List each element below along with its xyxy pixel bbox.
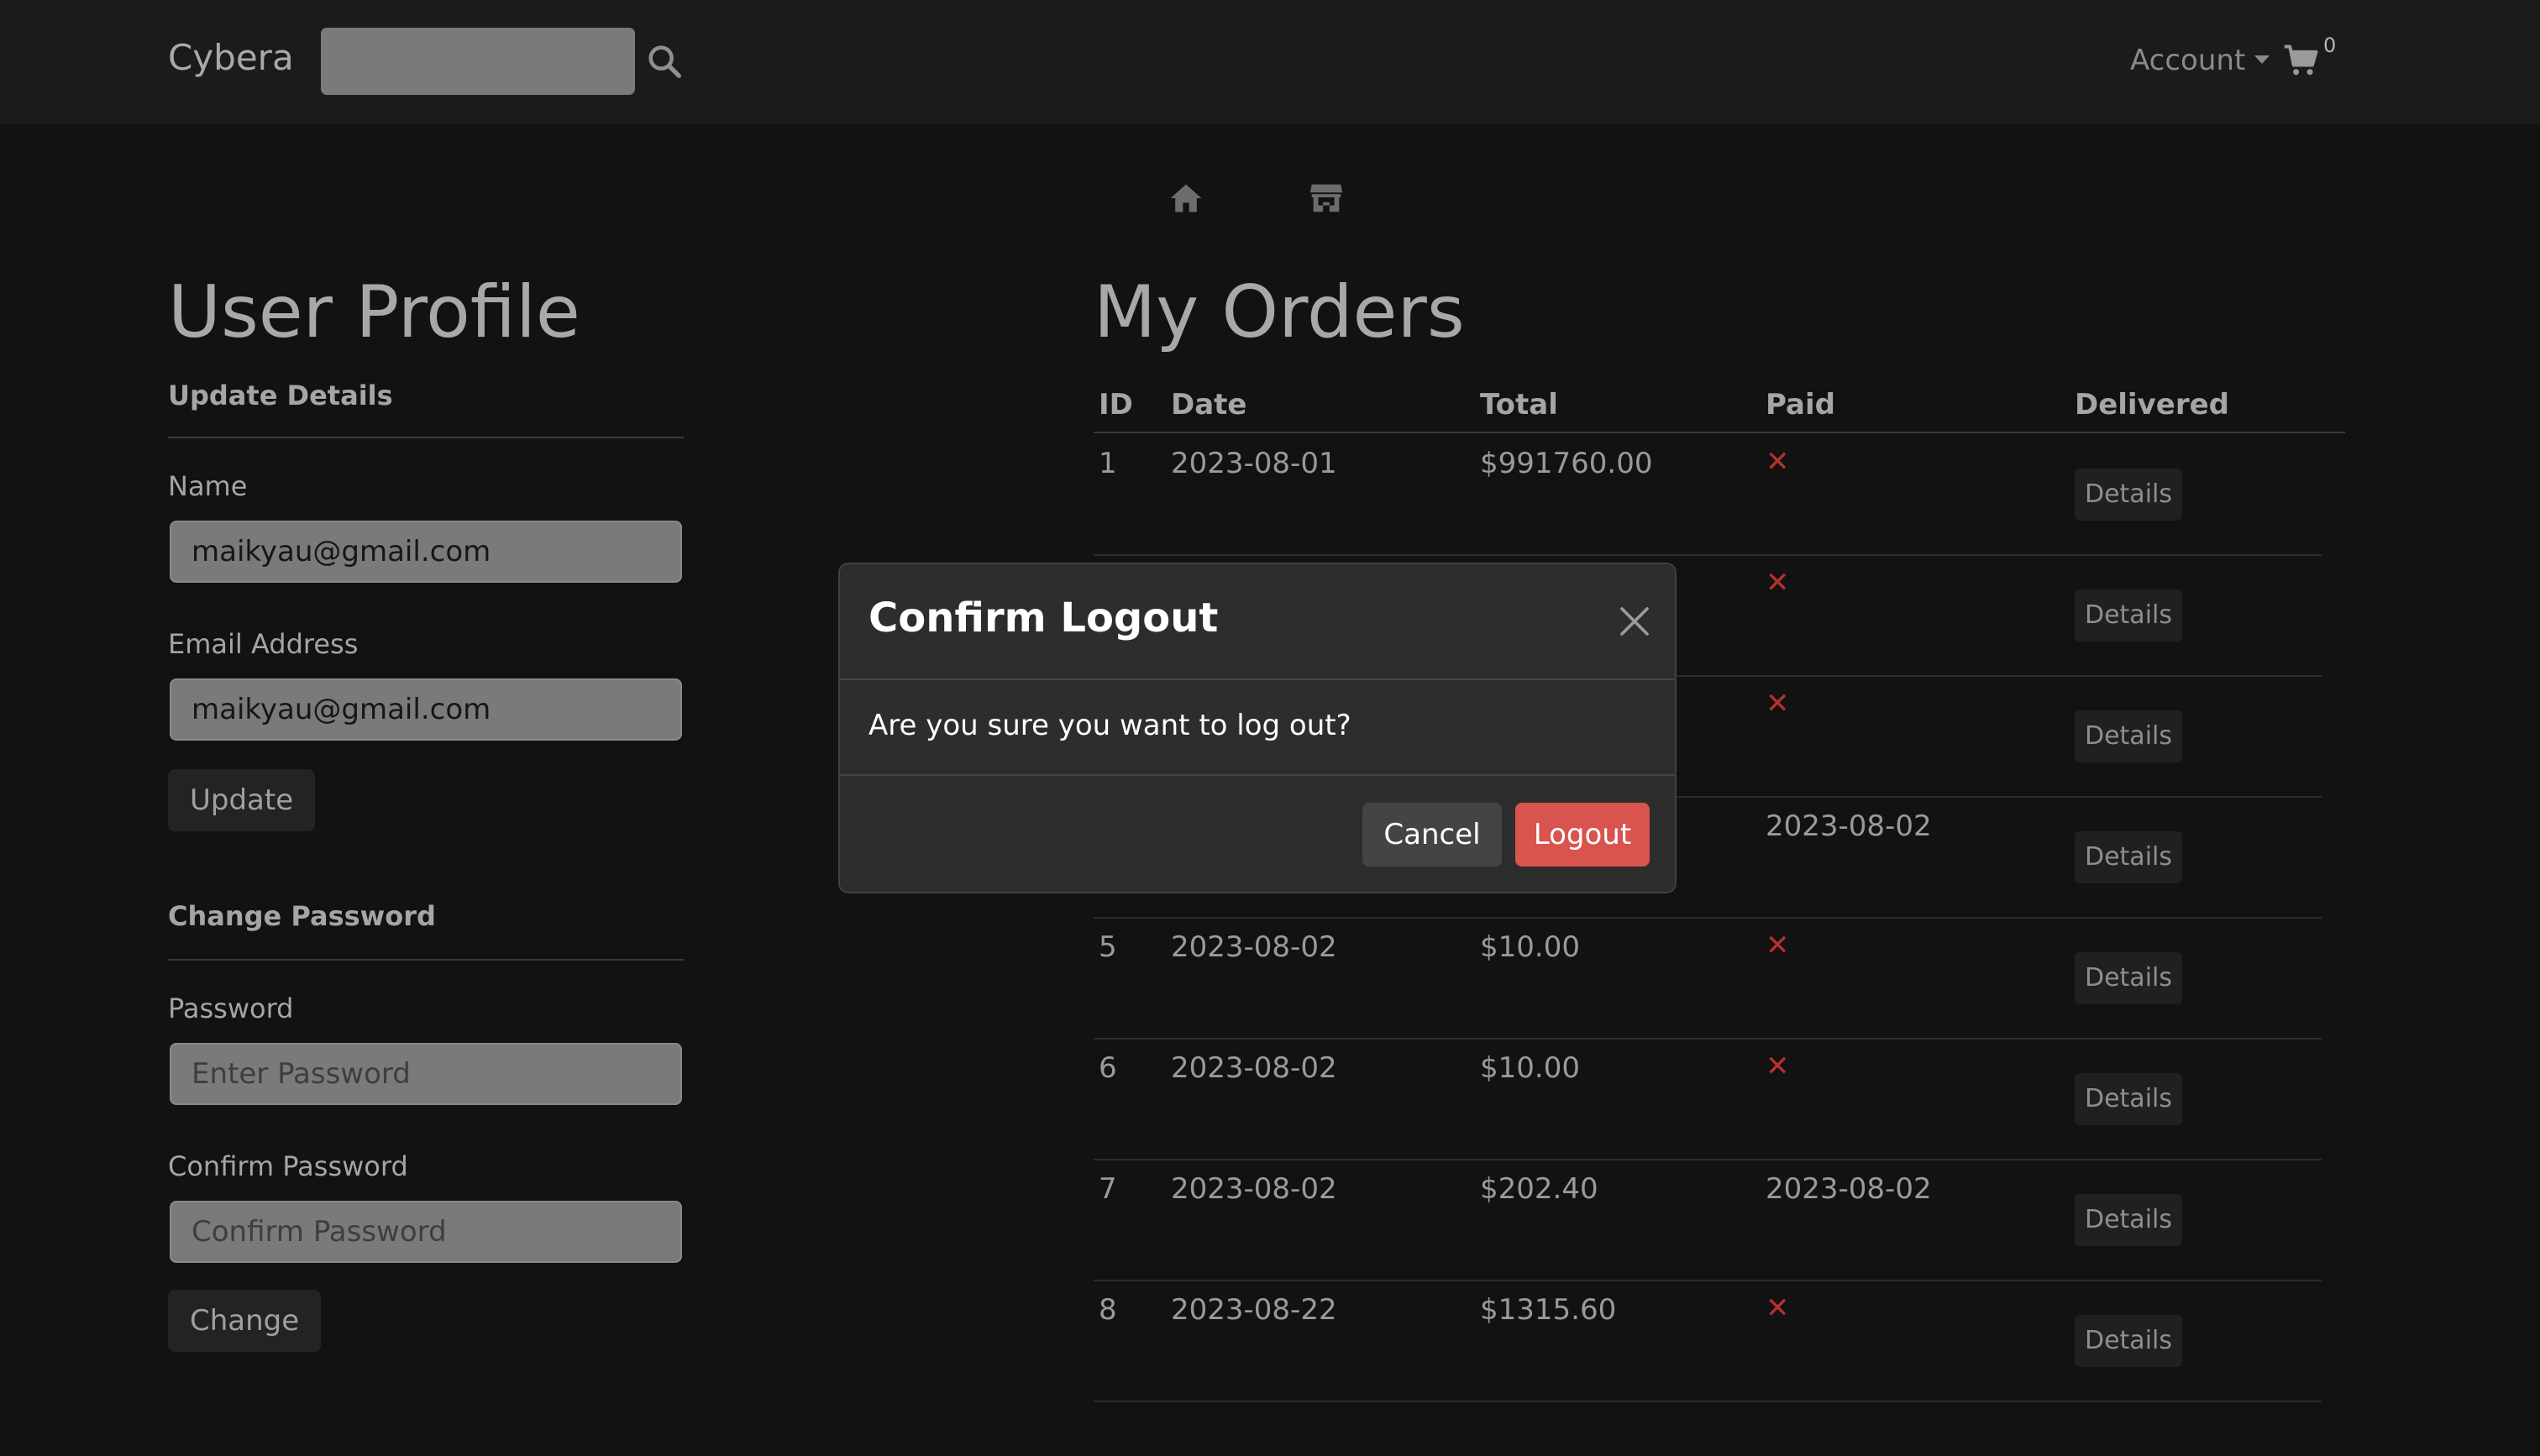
table-row-divider (1094, 917, 2322, 919)
not-paid-x-mark-icon: ✕ (1766, 1291, 1790, 1325)
store-icon[interactable] (1307, 178, 1346, 217)
order-total: $991760.00 (1480, 447, 1653, 480)
not-paid-x-mark-icon: ✕ (1766, 929, 1790, 962)
modal-message: Are you sure you want to log out? (869, 709, 1351, 742)
profile-title: User Profile (168, 270, 580, 354)
order-date: 2023-08-02 (1171, 1051, 1337, 1085)
details-button[interactable]: Details (2075, 952, 2182, 1004)
navbar: Cybera Account 0 (0, 0, 2540, 124)
divider (168, 437, 684, 438)
order-total: $1315.60 (1480, 1293, 1617, 1327)
home-icon[interactable] (1168, 180, 1204, 217)
order-paid-date: 2023-08-02 (1766, 1172, 1932, 1206)
close-icon[interactable] (1618, 605, 1651, 638)
name-label: Name (168, 470, 248, 502)
modal-title: Confirm Logout (869, 594, 1219, 642)
password-field[interactable]: Enter Password (170, 1043, 682, 1105)
brand-logo[interactable]: Cybera (168, 37, 294, 78)
search-icon[interactable] (645, 42, 684, 81)
order-date: 2023-08-01 (1171, 447, 1337, 480)
details-button[interactable]: Details (2075, 469, 2182, 521)
order-id: 1 (1099, 447, 1117, 480)
details-button[interactable]: Details (2075, 1194, 2182, 1246)
account-dropdown[interactable]: Account (2130, 44, 2245, 77)
column-header-total: Total (1480, 388, 1558, 422)
table-row-divider (1094, 1038, 2322, 1040)
order-total: $202.40 (1480, 1172, 1598, 1206)
email-label: Email Address (168, 628, 359, 660)
cancel-button[interactable]: Cancel (1362, 803, 1502, 867)
order-id: 6 (1099, 1051, 1117, 1085)
update-details-heading: Update Details (168, 380, 393, 411)
not-paid-x-mark-icon: ✕ (1766, 566, 1790, 600)
column-header-paid: Paid (1766, 388, 1835, 422)
order-date: 2023-08-22 (1171, 1293, 1337, 1327)
column-header-date: Date (1171, 388, 1247, 422)
name-field[interactable]: maikyau@gmail.com (170, 521, 682, 583)
table-row-divider (1094, 554, 2322, 556)
order-id: 5 (1099, 930, 1117, 964)
cart-count-badge: 0 (2323, 34, 2337, 57)
confirm-password-label: Confirm Password (168, 1150, 408, 1182)
not-paid-x-mark-icon: ✕ (1766, 687, 1790, 720)
update-button[interactable]: Update (168, 769, 316, 831)
table-row-divider (1094, 1159, 2322, 1160)
change-password-heading: Change Password (168, 900, 436, 932)
table-header-divider (1094, 432, 2345, 433)
password-label: Password (168, 992, 294, 1024)
orders-title: My Orders (1094, 270, 1465, 354)
table-row-divider (1094, 1280, 2322, 1281)
column-header-delivered: Delivered (2075, 388, 2229, 422)
column-header-id: ID (1099, 388, 1133, 422)
logout-button[interactable]: Logout (1515, 803, 1650, 867)
change-button[interactable]: Change (168, 1290, 322, 1352)
modal-header-divider (840, 678, 1675, 680)
search-input[interactable] (321, 28, 635, 95)
details-button[interactable]: Details (2075, 710, 2182, 762)
details-button[interactable]: Details (2075, 1315, 2182, 1367)
not-paid-x-mark-icon: ✕ (1766, 445, 1790, 479)
email-field[interactable]: maikyau@gmail.com (170, 678, 682, 741)
details-button[interactable]: Details (2075, 589, 2182, 642)
cart-icon[interactable] (2283, 42, 2320, 79)
not-paid-x-mark-icon: ✕ (1766, 1050, 1790, 1083)
order-paid-date: 2023-08-02 (1766, 809, 1932, 843)
modal-footer-divider (840, 774, 1675, 776)
details-button[interactable]: Details (2075, 831, 2182, 883)
order-total: $10.00 (1480, 1051, 1580, 1085)
details-button[interactable]: Details (2075, 1073, 2182, 1125)
logout-modal: Confirm Logout Are you sure you want to … (838, 563, 1677, 893)
order-date: 2023-08-02 (1171, 930, 1337, 964)
order-date: 2023-08-02 (1171, 1172, 1337, 1206)
divider (168, 959, 684, 961)
confirm-password-field[interactable]: Confirm Password (170, 1201, 682, 1263)
order-id: 8 (1099, 1293, 1117, 1327)
order-total: $10.00 (1480, 930, 1580, 964)
order-id: 7 (1099, 1172, 1117, 1206)
table-row-divider (1094, 1401, 2322, 1402)
chevron-down-icon[interactable] (2254, 55, 2270, 64)
